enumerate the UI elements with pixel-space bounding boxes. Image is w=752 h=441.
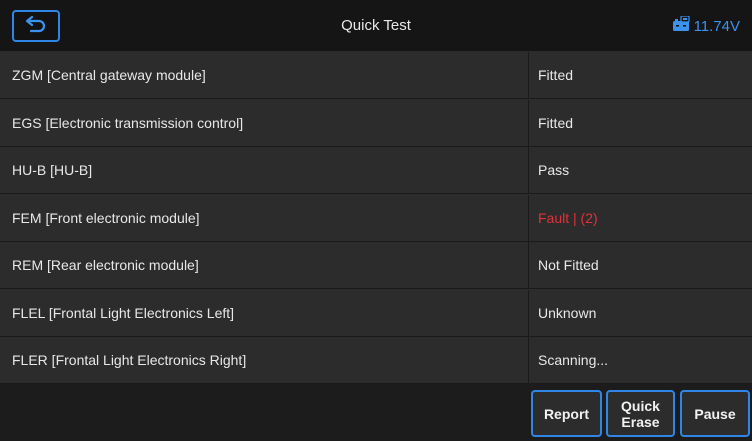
back-arrow-icon — [25, 15, 47, 38]
module-table: ZGM [Central gateway module] Fitted EGS [E… — [0, 52, 752, 384]
module-status: Unknown — [538, 304, 597, 321]
module-name: REM [Rear electronic module] — [0, 242, 529, 288]
module-name: FEM [Front electronic module] — [0, 194, 529, 241]
module-name: HU-B [HU-B] — [0, 147, 529, 193]
table-row[interactable]: FEM [Front electronic module] Fault | (2) — [0, 194, 752, 242]
report-button[interactable]: Report — [531, 390, 602, 437]
module-name: FLEL [Frontal Light Electronics Left] — [0, 289, 529, 336]
module-status: Pass — [538, 162, 570, 178]
quick-erase-button[interactable]: Quick Erase — [606, 390, 675, 437]
battery-voltage: 11.74V — [672, 0, 740, 52]
pause-button[interactable]: Pause — [680, 390, 750, 437]
module-status: Fitted — [538, 114, 574, 131]
header-bar: Quick Test 11.74V — [0, 0, 752, 52]
module-name: ZGM [Central gateway module] — [0, 52, 529, 98]
quick-test-screen: Quick Test 11.74V ZGM [Central gateway m… — [0, 0, 752, 441]
module-status: Fitted — [538, 67, 574, 83]
table-row[interactable]: ZGM [Central gateway module] Fitted — [0, 52, 752, 99]
module-status: Scanning... — [538, 352, 609, 368]
module-name: FLER [Frontal Light Electronics Right] — [0, 337, 529, 383]
table-row[interactable]: REM [Rear electronic module] Not Fitted — [0, 242, 752, 289]
table-row[interactable]: FLEL [Frontal Light Electronics Left] Unk… — [0, 289, 752, 337]
table-row[interactable]: FLER [Frontal Light Electronics Right] Sc… — [0, 337, 752, 384]
back-button[interactable] — [12, 10, 60, 42]
module-status: Fault | (2) — [538, 209, 598, 226]
car-battery-icon — [672, 15, 690, 36]
footer-bar: Report Quick Erase Pause — [0, 384, 752, 441]
module-name: EGS [Electronic transmission control] — [0, 99, 529, 146]
table-row[interactable]: EGS [Electronic transmission control] Fit… — [0, 99, 752, 147]
module-status: Not Fitted — [538, 257, 599, 273]
voltage-value: 11.74V — [693, 17, 740, 35]
table-row[interactable]: HU-B [HU-B] Pass — [0, 147, 752, 194]
page-title: Quick Test — [341, 17, 411, 34]
